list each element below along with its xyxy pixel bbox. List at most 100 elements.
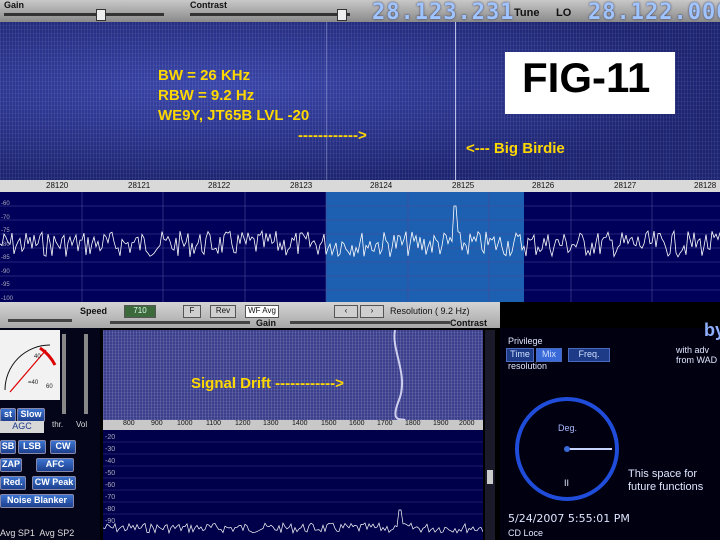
tune-label: Tune — [514, 7, 540, 19]
axis-label: -90 — [105, 518, 116, 525]
scale-tick: 28122 — [208, 181, 231, 190]
axis-label: -80 — [1, 241, 10, 248]
gain-slider[interactable] — [4, 13, 164, 16]
mini-spectrum-trace — [103, 509, 483, 535]
avg-labels: Avg SP1 Avg SP2 — [0, 528, 75, 538]
contrast-label: Contrast — [190, 0, 228, 10]
lo-label: LO — [556, 7, 572, 19]
frequency-scale: 28120 28121 28122 28123 28124 28125 2812… — [0, 180, 720, 192]
mini-spectrum-svg — [103, 441, 483, 535]
cw-peak-button[interactable]: CW Peak — [32, 476, 76, 490]
mini-tick: 900 — [151, 420, 163, 427]
mini-gain-label: Gain — [256, 318, 277, 328]
scale-tick: 28127 — [614, 181, 637, 190]
clock-bottom-label: II — [564, 478, 570, 488]
future-functions-text: This space for future functions — [628, 468, 704, 493]
birdie-trace — [455, 22, 456, 182]
threshold-slider[interactable] — [62, 334, 66, 414]
meter-label: =40 — [28, 380, 39, 386]
mix-button[interactable]: Mix — [536, 348, 562, 362]
mini-frequency-scale: 800 900 1000 1100 1200 1300 1400 1500 16… — [103, 420, 483, 430]
axis-label: -50 — [105, 470, 116, 477]
zap-button[interactable]: ZAP — [0, 458, 22, 472]
mini-gain-slider[interactable] — [110, 321, 250, 324]
lsb-button[interactable]: LSB — [18, 440, 46, 454]
vertical-scrollbar[interactable] — [485, 330, 495, 540]
scale-tick: 28126 — [532, 181, 555, 190]
spectrum-display[interactable]: -60 -70 -75 -80 -85 -90 -95 -100 — [0, 192, 720, 302]
arrow-annotation: ------------> — [298, 127, 367, 144]
agc-label: AGC — [0, 421, 44, 433]
brand-label: by — [704, 320, 720, 340]
spectrum-svg — [0, 192, 720, 302]
mini-axis: -20 -30 -40 -50 -60 -70 -80 -90 — [105, 432, 115, 528]
spectrum-axis: -60 -70 -75 -80 -85 -90 -95 -100 — [1, 198, 13, 306]
with-adv-text: with adv — [676, 345, 710, 355]
speed-value[interactable]: 710 — [124, 305, 156, 318]
birdie-annotation: <--- Big Birdie — [466, 140, 565, 157]
thr-label: thr. — [52, 420, 64, 429]
meter-label: 60 — [46, 384, 53, 390]
scale-tick: 28121 — [128, 181, 151, 190]
mini-spectrum[interactable]: -20 -30 -40 -50 -60 -70 -80 -90 — [103, 430, 483, 540]
speed-label: Speed — [80, 306, 108, 316]
mini-contrast-slider[interactable] — [290, 321, 450, 324]
resolution-label: resolution — [508, 361, 548, 371]
f-button[interactable]: F — [183, 305, 201, 318]
right-info-panel: Privilege Time Mix Freq. resolution by w… — [500, 320, 720, 540]
from-wa-text: from WAD — [676, 355, 718, 365]
axis-label: -75 — [1, 228, 10, 234]
usb-button[interactable]: SB — [0, 440, 16, 454]
slow-button[interactable]: Slow — [17, 408, 45, 422]
axis-label: -70 — [1, 214, 10, 221]
main-waterfall[interactable]: BW = 26 KHz RBW = 9.2 Hz WE9Y, JT65B LVL… — [0, 22, 720, 182]
privilege-label: Privilege — [508, 336, 543, 346]
contrast-slider[interactable] — [190, 13, 350, 16]
figure-label: FIG-11 — [522, 54, 651, 101]
axis-label: -95 — [1, 282, 10, 288]
left-arrow-icon[interactable]: ‹ — [334, 305, 358, 318]
axis-label: -90 — [1, 268, 10, 275]
noise-blanker-button[interactable]: Noise Blanker — [0, 494, 74, 508]
scale-tick: 28120 — [46, 181, 69, 190]
mini-tick: 2000 — [459, 420, 475, 427]
fast-button[interactable]: st — [0, 408, 16, 422]
axis-label: -60 — [105, 482, 116, 489]
scale-tick: 28123 — [290, 181, 313, 190]
mini-tick: 1400 — [292, 420, 308, 427]
wf-avg-button[interactable]: WF Avg — [245, 305, 279, 318]
bw-annotation: BW = 26 KHz RBW = 9.2 Hz WE9Y, JT65B LVL… — [158, 66, 367, 146]
resolution-label: Resolution ( 9.2 Hz) — [390, 306, 470, 316]
time-button[interactable]: Time — [506, 348, 534, 362]
cw-button[interactable]: CW — [50, 440, 76, 454]
mini-tick: 1000 — [177, 420, 193, 427]
afc-button[interactable]: AFC — [36, 458, 74, 472]
mini-contrast-label: Contrast — [450, 318, 488, 328]
right-arrow-icon[interactable]: › — [360, 305, 384, 318]
mini-tick: 1100 — [206, 420, 222, 427]
mini-tick: 1700 — [377, 420, 393, 427]
gain-slider-knob[interactable] — [96, 9, 106, 21]
clock-label: Deg. — [558, 423, 578, 433]
mini-tick: 1300 — [263, 420, 279, 427]
annotation-line: WE9Y, JT65B LVL -20 — [158, 107, 310, 124]
freq-button[interactable]: Freq. — [568, 348, 610, 362]
scale-tick: 28128 — [694, 181, 717, 190]
vol-label: Vol — [76, 420, 88, 429]
noise-reduction-button[interactable]: Red. — [0, 476, 26, 490]
volume-slider[interactable] — [84, 334, 88, 414]
rev-button[interactable]: Rev — [210, 305, 236, 318]
axis-label: -80 — [105, 506, 116, 513]
timestamp: 5/24/2007 5:55:01 PM — [508, 512, 630, 525]
contrast-slider-knob[interactable] — [337, 9, 347, 21]
locale-text: CD Loce — [508, 528, 544, 538]
drift-annotation: Signal Drift ------------> — [191, 375, 344, 392]
gain-label: Gain — [4, 0, 25, 10]
control-strip: Speed 710 F Rev WF Avg ‹ › Resolution ( … — [0, 302, 500, 328]
scrollbar-thumb[interactable] — [487, 470, 493, 484]
mini-tick: 1200 — [235, 420, 251, 427]
mini-tick: 1600 — [349, 420, 365, 427]
mini-tick: 1500 — [321, 420, 337, 427]
speed-slider[interactable] — [8, 319, 72, 322]
mini-waterfall[interactable]: Signal Drift ------------> — [103, 330, 483, 420]
